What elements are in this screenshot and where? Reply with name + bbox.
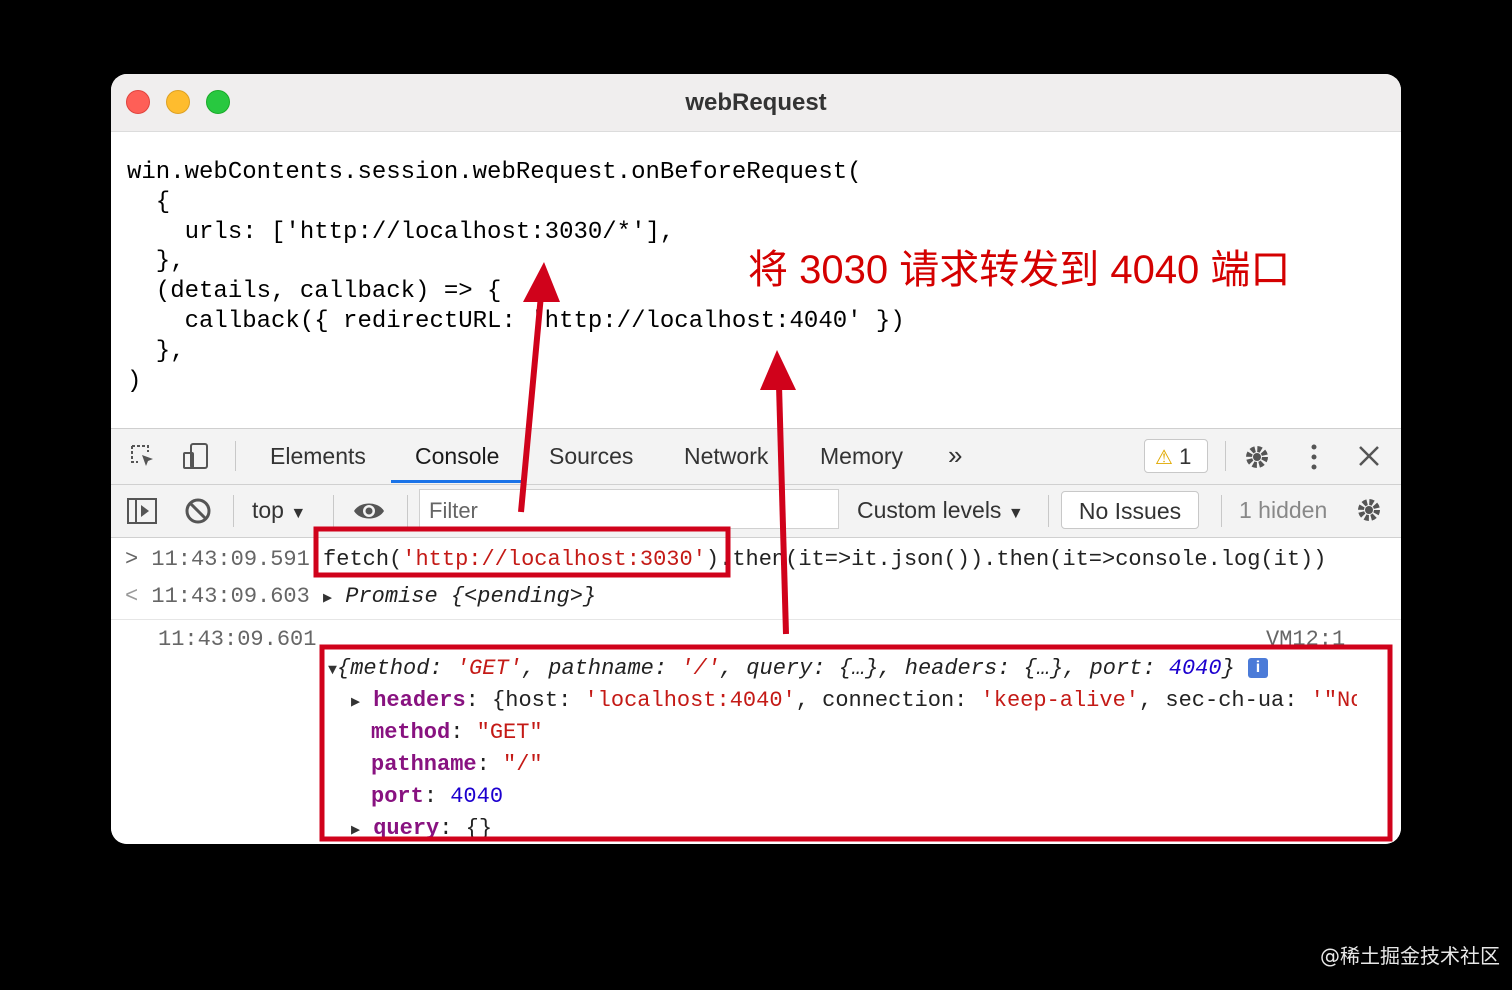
highlight-box-log bbox=[319, 644, 1393, 842]
highlight-box-fetch bbox=[313, 526, 731, 578]
arrowhead-3030 bbox=[523, 262, 560, 302]
annotation-overlay bbox=[313, 262, 1393, 842]
arrow-line-3030 bbox=[518, 294, 544, 513]
watermark: @稀土掘金技术社区 bbox=[1320, 944, 1500, 968]
arrowhead-4040 bbox=[760, 350, 796, 390]
arrow-line-4040 bbox=[776, 384, 789, 635]
